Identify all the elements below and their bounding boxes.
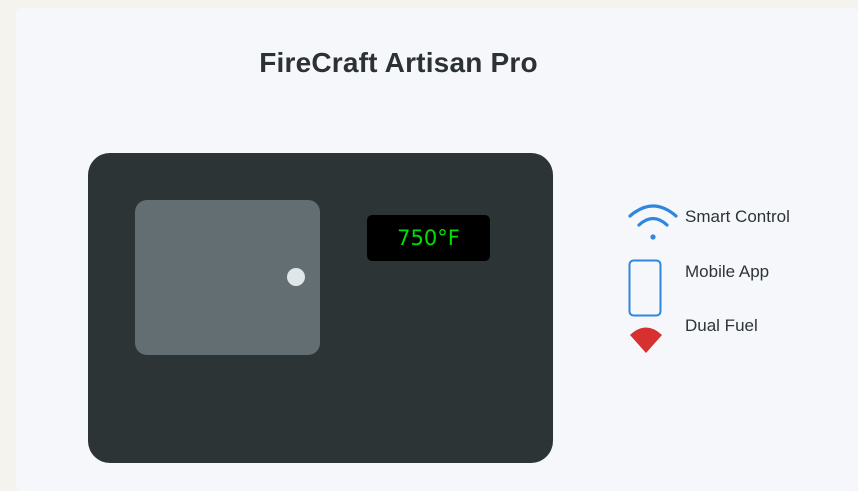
page-title: FireCraft Artisan Pro <box>259 47 538 78</box>
oven-illustration: 750°F <box>88 153 553 463</box>
temperature-display: 750°F <box>367 215 490 261</box>
feature-dual-fuel-label: Dual Fuel <box>685 316 758 335</box>
fire-icon <box>630 327 662 353</box>
page-frame: FireCraft Artisan Pro 750°F Smart Contro… <box>0 0 858 491</box>
oven-door-handle <box>287 268 305 286</box>
phone-icon <box>628 259 662 317</box>
oven-door <box>135 200 320 355</box>
feature-smart-control-label: Smart Control <box>685 207 790 226</box>
wifi-icon <box>628 204 678 240</box>
feature-mobile-app-label: Mobile App <box>685 262 770 281</box>
